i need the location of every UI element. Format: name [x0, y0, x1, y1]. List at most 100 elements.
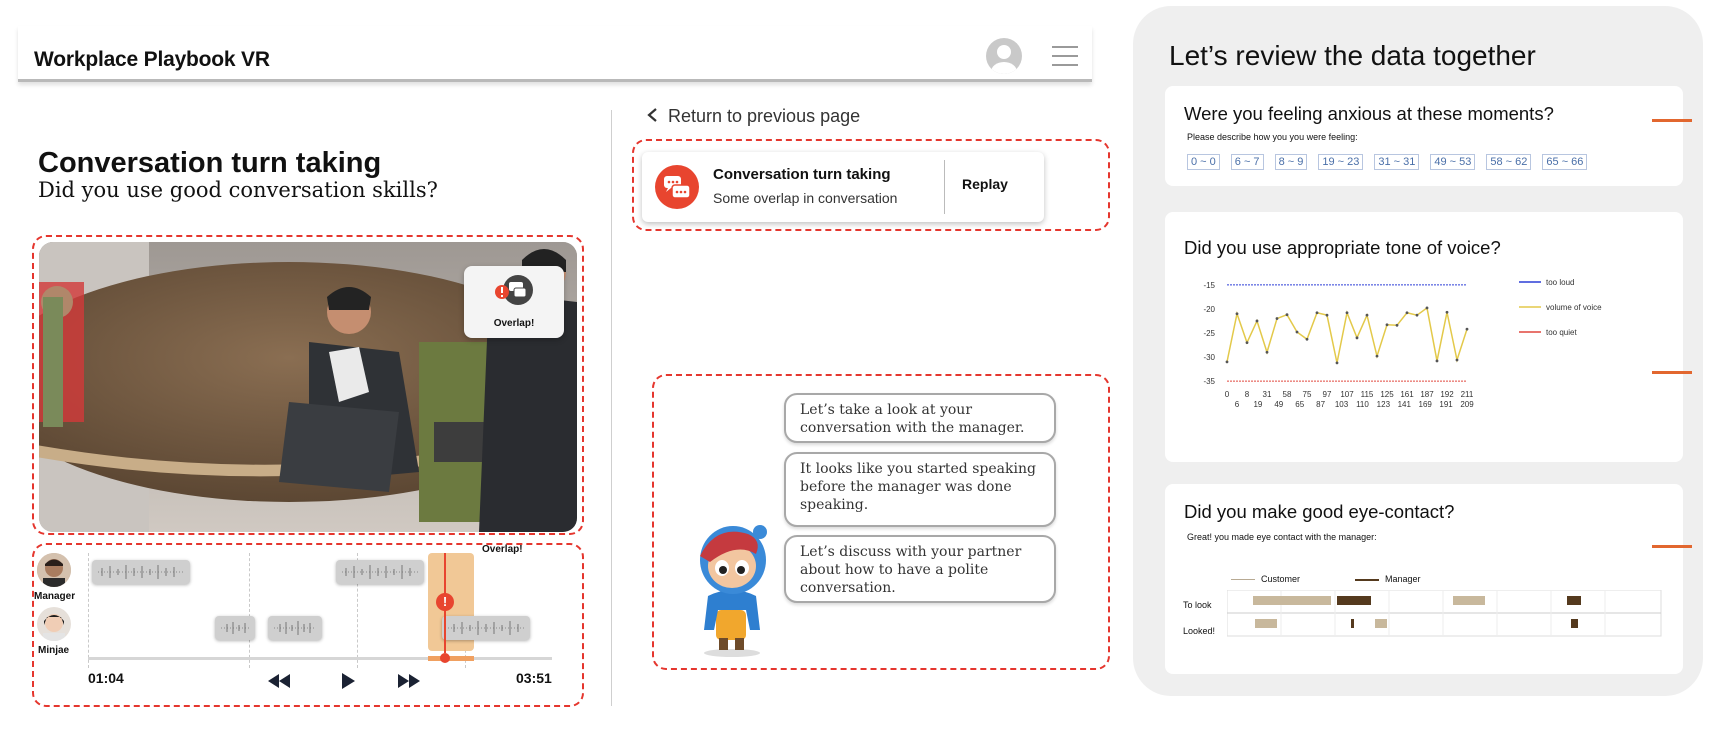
total-time: 03:51	[516, 670, 552, 686]
eye-contact-timeline	[1227, 590, 1662, 637]
minjae-speech-clip[interactable]	[215, 616, 255, 640]
data-point	[1325, 313, 1329, 317]
anxiety-range-chip[interactable]: 58 ~ 62	[1486, 154, 1532, 170]
data-point	[1425, 306, 1429, 310]
tone-line-chart: -15 -20 -25 -30 -35 0 8 31 58 75 97 107 115 125 161 187…	[1203, 278, 1602, 409]
data-point	[1345, 311, 1349, 315]
app-title: Workplace Playbook VR	[34, 48, 270, 71]
overlap-warning-icon: !	[436, 593, 454, 611]
fast-forward-icon[interactable]	[397, 673, 421, 689]
data-point	[1255, 319, 1259, 323]
timeline-gridline	[88, 553, 89, 668]
data-point	[1385, 323, 1389, 327]
timeline-gridline	[249, 553, 250, 668]
return-link-label: Return to previous page	[668, 106, 861, 126]
eye-contact-question: Did you make good eye-contact?	[1184, 501, 1455, 522]
progress-track[interactable]	[88, 657, 552, 660]
x-tick-label: 125	[1380, 390, 1394, 399]
data-point	[1245, 341, 1249, 345]
y-tick-label: -30	[1203, 353, 1215, 362]
x-tick-label: 8	[1245, 390, 1250, 399]
x-tick-label: 49	[1274, 400, 1283, 409]
data-point	[1375, 354, 1379, 358]
notification-subtitle: Some overlap in conversation	[713, 190, 898, 206]
anxiety-range-chip[interactable]: 8 ~ 9	[1274, 154, 1308, 170]
y-tick-label: -15	[1203, 281, 1215, 290]
minjae-avatar	[37, 607, 71, 641]
rewind-icon[interactable]	[267, 673, 291, 689]
data-point	[1225, 360, 1229, 364]
vr-scene-video[interactable]: Overlap!	[39, 242, 577, 532]
minjae-speech-clip[interactable]	[442, 616, 530, 640]
x-tick-label: 110	[1356, 400, 1369, 409]
notification-title: Conversation turn taking	[713, 166, 891, 183]
anxiety-range-chip[interactable]: 49 ~ 53	[1430, 154, 1476, 170]
anxiety-range-chip[interactable]: 31 ~ 31	[1374, 154, 1420, 170]
x-tick-label: 31	[1263, 390, 1272, 399]
app-header: Workplace Playbook VR	[18, 26, 1092, 82]
chevron-left-icon	[647, 108, 657, 122]
data-point	[1395, 323, 1399, 327]
speaker-label-minjae: Minjae	[38, 645, 70, 656]
anxiety-range-chip[interactable]: 19 ~ 23	[1318, 154, 1364, 170]
data-point	[1295, 330, 1299, 334]
data-point	[1335, 361, 1339, 365]
page-title: Conversation turn taking	[38, 147, 382, 179]
x-tick-label: 115	[1361, 390, 1374, 399]
chat-bubbles-warning-icon	[495, 275, 533, 305]
x-tick-label: 211	[1461, 390, 1474, 399]
x-tick-label: 192	[1440, 390, 1454, 399]
y-tick-label: -20	[1203, 305, 1215, 314]
anxiety-range-chip[interactable]: 0 ~ 0	[1187, 154, 1220, 170]
x-tick-label: 107	[1340, 390, 1354, 399]
minjae-speech-clip[interactable]	[268, 616, 322, 640]
legend-manager: Manager	[1385, 574, 1421, 584]
overlap-popup: Overlap!	[464, 266, 564, 338]
column-divider	[611, 110, 612, 706]
user-avatar-icon[interactable]	[986, 38, 1022, 74]
row-label-to-look: To look	[1183, 600, 1212, 610]
conversation-timeline: Overlap! Manager Minjae ! 01:04 03:51	[32, 543, 584, 707]
x-tick-label: 75	[1303, 390, 1312, 399]
hamburger-menu-icon[interactable]	[1052, 46, 1078, 66]
return-link[interactable]: Return to previous page	[646, 106, 860, 127]
row-label-looked: Looked!	[1183, 626, 1216, 636]
page-subtitle: Did you use good conversation skills?	[38, 178, 438, 202]
anxiety-range-chip[interactable]: 65 ~ 66	[1542, 154, 1588, 170]
replay-button[interactable]: Replay	[962, 176, 1008, 192]
data-point	[1305, 337, 1309, 341]
progress-overlap-segment	[428, 656, 474, 661]
anxiety-range-chip[interactable]: 6 ~ 7	[1230, 154, 1264, 170]
play-icon[interactable]	[340, 672, 356, 690]
anxiety-card: Were you feeling anxious at these moment…	[1165, 86, 1683, 186]
x-tick-label: 169	[1419, 400, 1433, 409]
manager-speech-clip[interactable]	[336, 560, 424, 584]
manager-speech-clip[interactable]	[92, 560, 190, 584]
data-point	[1365, 313, 1369, 317]
anxiety-range-list: 0 ~ 0 6 ~ 7 8 ~ 9 19 ~ 23 31 ~ 31 49 ~ 53 58 ~…	[1187, 152, 1667, 170]
notification-separator	[944, 160, 945, 214]
data-point	[1275, 317, 1279, 320]
x-tick-label: 0	[1225, 390, 1230, 399]
review-title: Let’s review the data together	[1169, 40, 1536, 71]
data-review-panel: Let’s review the data together Were you …	[1133, 6, 1703, 696]
link-connector	[1652, 545, 1692, 548]
link-connector	[1652, 371, 1692, 374]
x-tick-label: 58	[1283, 390, 1292, 399]
legend-swatch-customer	[1231, 579, 1255, 580]
overlap-label: Overlap!	[482, 544, 523, 555]
data-point	[1455, 358, 1459, 362]
anxiety-instruction: Please describe how you you were feeling…	[1187, 132, 1358, 142]
tone-question: Did you use appropriate tone of voice?	[1184, 237, 1501, 258]
x-tick-label: 187	[1420, 390, 1434, 399]
legend-label: too loud	[1546, 278, 1574, 287]
series-line	[1226, 306, 1468, 364]
legend-label: too quiet	[1546, 328, 1577, 337]
progress-knob[interactable]	[440, 653, 450, 663]
eye-contact-feedback: Great! you made eye contact with the man…	[1187, 532, 1377, 542]
tone-card: Did you use appropriate tone of voice? -…	[1165, 212, 1683, 462]
coach-message-1: Let’s take a look at your conversation w…	[784, 393, 1056, 443]
coach-message-3: Let’s discuss with your partner about ho…	[784, 535, 1056, 603]
data-point	[1405, 311, 1409, 315]
x-tick-label: 103	[1335, 400, 1349, 409]
